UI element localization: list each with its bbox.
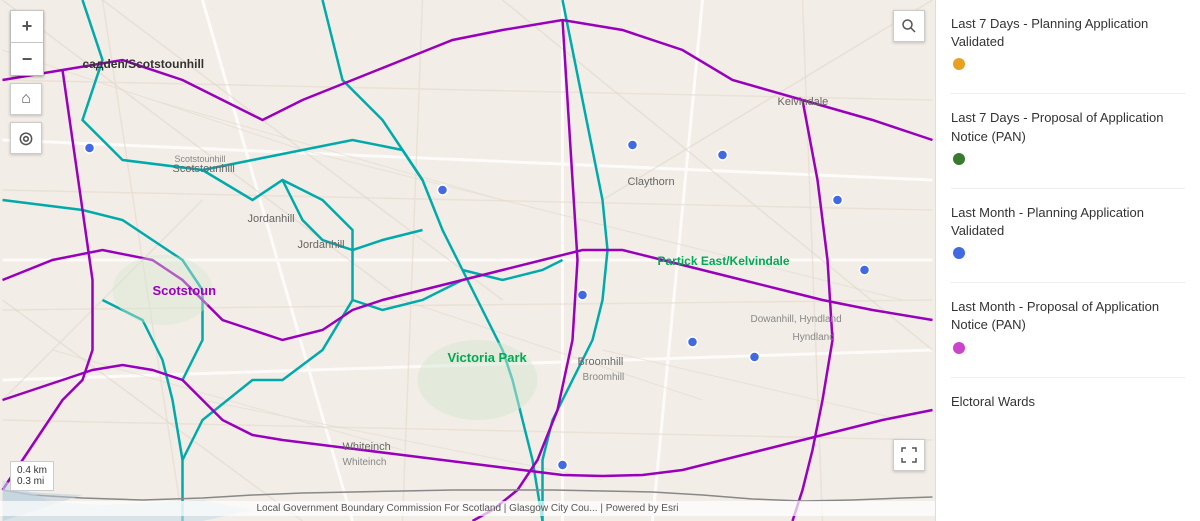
zoom-in-button[interactable]: + xyxy=(11,11,43,43)
svg-text:cадden/Scotstounhill: cадden/Scotstounhill xyxy=(83,57,205,71)
svg-text:Broomhill: Broomhill xyxy=(583,372,625,383)
scale-mi: 0.3 mi xyxy=(17,476,47,487)
zoom-out-button[interactable]: − xyxy=(11,43,43,75)
svg-text:Whiteinch: Whiteinch xyxy=(343,457,387,468)
svg-text:Scotstounhill: Scotstounhill xyxy=(173,163,235,175)
fullscreen-button[interactable] xyxy=(893,439,925,471)
map-svg: Scotstoun Jordanhill Jordanhill Scotstou… xyxy=(0,0,935,521)
legend-divider-2 xyxy=(951,188,1185,189)
legend-divider-3 xyxy=(951,282,1185,283)
home-button[interactable]: ⌂ xyxy=(10,83,42,115)
svg-text:Whiteinch: Whiteinch xyxy=(343,441,391,453)
map-container[interactable]: Scotstoun Jordanhill Jordanhill Scotstou… xyxy=(0,0,935,521)
svg-text:Victoria Park: Victoria Park xyxy=(448,350,528,365)
svg-text:Dowanhill, Hyndland: Dowanhill, Hyndland xyxy=(751,314,842,325)
search-button[interactable] xyxy=(893,10,925,42)
map-attribution: Local Government Boundary Commission For… xyxy=(0,501,935,516)
legend-item-lastmonth-pan: Last Month - Proposal of Application Not… xyxy=(951,298,1185,358)
svg-text:Jordanhill: Jordanhill xyxy=(248,213,295,225)
location-button[interactable]: ◎ xyxy=(10,122,42,154)
legend-panel: Last 7 Days - Planning Application Valid… xyxy=(935,0,1200,521)
svg-text:Partick East/Kelvindale: Partick East/Kelvindale xyxy=(658,254,790,268)
legend-title-lastmonth-validated: Last Month - Planning Application Valida… xyxy=(951,204,1185,240)
legend-dot-last7-pan xyxy=(953,153,965,165)
svg-text:Jordanhill: Jordanhill xyxy=(298,239,345,251)
legend-dot-lastmonth-pan xyxy=(953,342,965,354)
svg-text:Claythorn: Claythorn xyxy=(628,176,675,188)
map-controls: + − ⌂ ◎ xyxy=(10,10,44,154)
legend-item-electoral-wards: Elctoral Wards xyxy=(951,393,1185,411)
legend-divider-1 xyxy=(951,93,1185,94)
legend-dot-last7-validated xyxy=(953,58,965,70)
legend-title-lastmonth-pan: Last Month - Proposal of Application Not… xyxy=(951,298,1185,334)
svg-text:Broomhill: Broomhill xyxy=(578,356,624,368)
legend-title-electoral-wards: Elctoral Wards xyxy=(951,393,1185,411)
svg-text:Scotstounhill: Scotstounhill xyxy=(175,154,226,164)
scale-km: 0.4 km xyxy=(17,465,47,476)
legend-item-last7-pan: Last 7 Days - Proposal of Application No… xyxy=(951,109,1185,169)
legend-title-last7-pan: Last 7 Days - Proposal of Application No… xyxy=(951,109,1185,145)
svg-text:Kelvindale: Kelvindale xyxy=(778,96,829,108)
legend-item-last7-validated: Last 7 Days - Planning Application Valid… xyxy=(951,15,1185,75)
legend-dot-lastmonth-validated xyxy=(953,247,965,259)
svg-text:Hyndland: Hyndland xyxy=(793,332,835,343)
legend-item-lastmonth-validated: Last Month - Planning Application Valida… xyxy=(951,204,1185,264)
scale-bar: 0.4 km 0.3 mi xyxy=(10,461,54,491)
legend-divider-4 xyxy=(951,377,1185,378)
legend-title-last7-validated: Last 7 Days - Planning Application Valid… xyxy=(951,15,1185,51)
svg-text:Scotstoun: Scotstoun xyxy=(153,283,217,298)
